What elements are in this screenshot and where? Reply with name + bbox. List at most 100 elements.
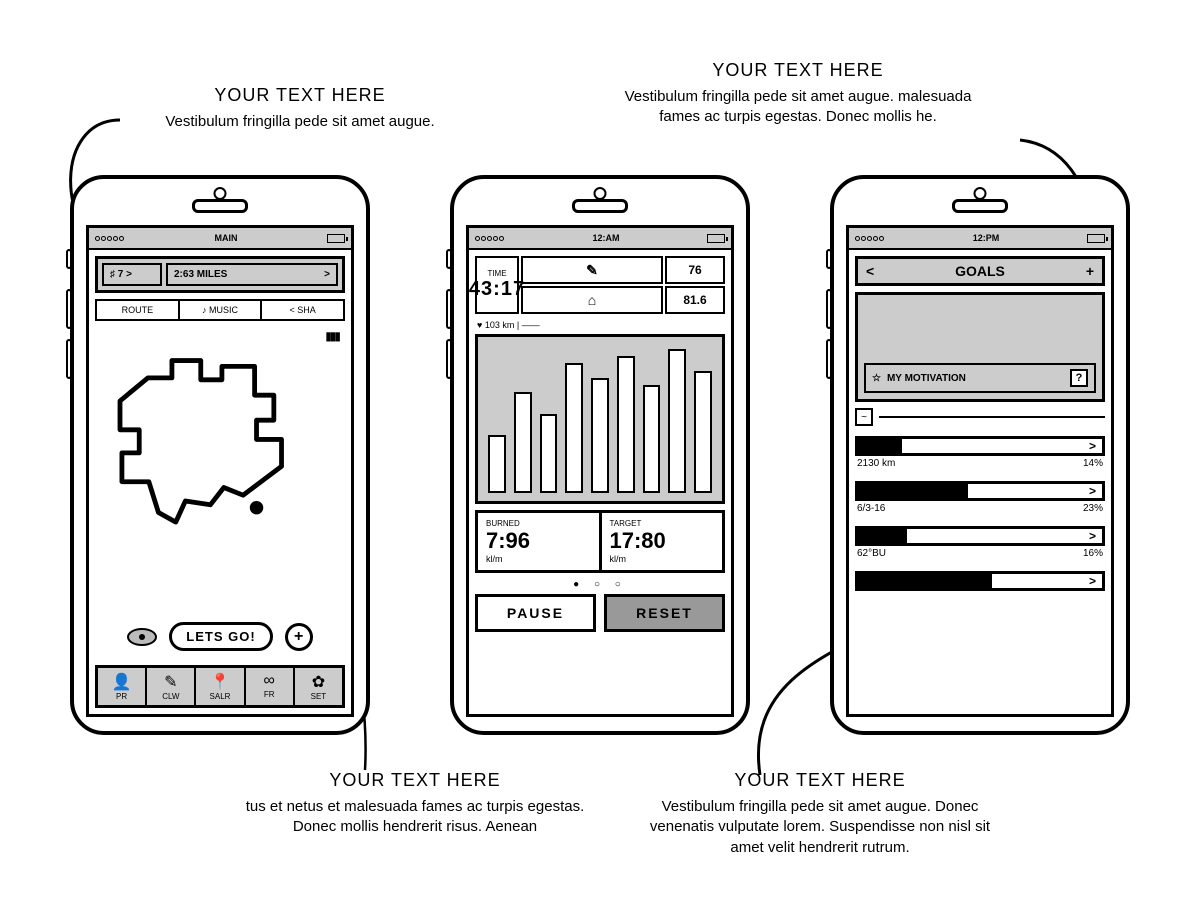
- status-bar: 12:PM: [849, 228, 1111, 250]
- timer-value: 43:17: [469, 278, 525, 301]
- add-goal-button[interactable]: +: [1086, 263, 1094, 279]
- chevron-right-icon: >: [1089, 484, 1096, 498]
- distance-tile[interactable]: 2:63 MILES>: [166, 263, 338, 286]
- timer-tile: TIME 43:17: [475, 256, 519, 314]
- goal-item[interactable]: >: [855, 571, 1105, 593]
- distance-value: 2:63 MILES: [174, 269, 227, 280]
- phone-mockup-2: 12:AM ✎ TIME 43:17 76 ⌂ 81.6 ♥ 103 km | …: [450, 175, 750, 735]
- signal-dots-icon: [855, 233, 885, 243]
- chart-bar: [565, 363, 583, 493]
- trend-icon: ~: [855, 408, 873, 426]
- goal-meta-left: 6/3-16: [857, 503, 885, 514]
- goal-item[interactable]: >62°BU 16%: [855, 526, 1105, 559]
- annotation-top-right: YOUR TEXT HERE Vestibulum fringilla pede…: [618, 60, 978, 128]
- mini-stats-row: ♥ 103 km | ——: [477, 320, 723, 330]
- annotation-title: YOUR TEXT HERE: [618, 60, 978, 81]
- goals-hero: ☆ MY MOTIVATION ?: [855, 292, 1105, 402]
- start-run-button[interactable]: LETS GO!: [169, 622, 272, 651]
- goal-meta: 62°BU 16%: [855, 548, 1105, 559]
- tab-route[interactable]: ROUTE: [95, 299, 178, 321]
- goal-progress-bar: >: [855, 481, 1105, 501]
- tabbar-item-map[interactable]: 📍SALR: [196, 668, 245, 705]
- route-map[interactable]: ▮▮▮ LETS GO! +: [95, 325, 345, 659]
- tabbar-item-friends[interactable]: ∞FR: [246, 668, 295, 705]
- annotation-bottom-right: YOUR TEXT HERE Vestibulum fringilla pede…: [640, 770, 1000, 858]
- annotation-title: YOUR TEXT HERE: [640, 770, 1000, 791]
- tab-share[interactable]: < SHA: [260, 299, 345, 321]
- pencil-icon: ✎: [586, 262, 598, 279]
- goal-item[interactable]: >2130 km14%: [855, 436, 1105, 469]
- stat-weight-tile: 81.6: [665, 286, 725, 314]
- home-icon: ⌂: [588, 292, 596, 308]
- status-bar: MAIN: [89, 228, 351, 250]
- tabbar-item-settings[interactable]: ✿SET: [295, 668, 342, 705]
- screen-run-start: MAIN ♯ 7 > 2:63 MILES> ROUTE ♪ MUSIC < S…: [86, 225, 354, 717]
- tabbar-item-log[interactable]: ✎CLW: [147, 668, 196, 705]
- pause-button[interactable]: PAUSE: [475, 594, 596, 632]
- status-bar: 12:AM: [469, 228, 731, 250]
- page-indicator: ● ○ ○: [469, 579, 731, 590]
- chevron-right-icon: >: [1089, 439, 1096, 453]
- motivation-banner[interactable]: ☆ MY MOTIVATION ?: [864, 363, 1096, 393]
- chart-bar: [488, 435, 506, 493]
- chart-bar: [540, 414, 558, 493]
- goal-progress-fill: [858, 529, 907, 543]
- level-tile[interactable]: ♯ 7 >: [102, 263, 162, 286]
- chart-bar: [668, 349, 686, 493]
- split-stats-row: BURNED 7:96 kl/m TARGET 17:80 kl/m: [475, 510, 725, 573]
- back-button[interactable]: <: [866, 263, 874, 279]
- infinity-icon: ∞: [246, 672, 293, 690]
- nav-title: GOALS: [955, 263, 1005, 279]
- goals-list-header: ~: [855, 408, 1105, 426]
- timer-label: TIME: [487, 269, 506, 278]
- phone-mockup-3: 12:PM < GOALS + ☆ MY MOTIVATION ? ~ >213…: [830, 175, 1130, 735]
- goal-meta-right: 23%: [1083, 503, 1103, 514]
- goal-progress-fill: [858, 484, 968, 498]
- mode-tabs: ROUTE ♪ MUSIC < SHA: [95, 299, 345, 321]
- goal-item[interactable]: >6/3-16 23%: [855, 481, 1105, 514]
- goal-progress-bar: >: [855, 436, 1105, 456]
- goal-meta-right: 16%: [1083, 548, 1103, 559]
- reset-button[interactable]: RESET: [604, 594, 725, 632]
- status-label: MAIN: [215, 233, 238, 243]
- add-button[interactable]: +: [285, 623, 313, 651]
- chevron-right-icon: >: [1089, 574, 1096, 588]
- goal-meta: 6/3-16 23%: [855, 503, 1105, 514]
- chart-bar: [617, 356, 635, 493]
- goal-progress-fill: [858, 439, 902, 453]
- star-icon: ☆: [872, 373, 881, 384]
- user-icon: 👤: [98, 672, 145, 692]
- annotation-body: Vestibulum fringilla pede sit amet augue…: [130, 112, 470, 132]
- screen-activity-stats: 12:AM ✎ TIME 43:17 76 ⌂ 81.6 ♥ 103 km | …: [466, 225, 734, 717]
- split-burned: BURNED 7:96 kl/m: [475, 510, 599, 573]
- battery-icon: [1087, 234, 1105, 243]
- goals-list: ~ >2130 km14%>6/3-1623%>62°BU16%>: [855, 408, 1105, 605]
- goal-meta-right: 14%: [1083, 458, 1103, 469]
- gear-icon: ✿: [295, 672, 342, 692]
- home-button[interactable]: ⌂: [521, 286, 663, 314]
- battery-icon: [327, 234, 345, 243]
- signal-dots-icon: [95, 233, 125, 243]
- annotation-title: YOUR TEXT HERE: [235, 770, 595, 791]
- goal-progress-fill: [858, 574, 992, 588]
- locate-button[interactable]: [127, 628, 157, 646]
- tabbar-item-profile[interactable]: 👤PR: [98, 668, 147, 705]
- goal-progress-bar: >: [855, 526, 1105, 546]
- run-info-bar: ♯ 7 > 2:63 MILES>: [95, 256, 345, 293]
- chart-bar: [643, 385, 661, 493]
- status-time: 12:AM: [592, 233, 619, 243]
- chart-bar: [694, 371, 712, 493]
- annotation-top-left: YOUR TEXT HERE Vestibulum fringilla pede…: [130, 85, 470, 132]
- pin-icon: 📍: [196, 672, 243, 692]
- tab-music[interactable]: ♪ MUSIC: [178, 299, 261, 321]
- control-buttons: PAUSE RESET: [475, 594, 725, 632]
- help-button[interactable]: ?: [1070, 369, 1088, 387]
- goal-meta-left: 62°BU: [857, 548, 886, 559]
- motivation-label: MY MOTIVATION: [887, 373, 966, 384]
- activity-bar-chart: [475, 334, 725, 504]
- edit-button[interactable]: ✎: [521, 256, 663, 284]
- status-time: 12:PM: [973, 233, 1000, 243]
- screen-goals: 12:PM < GOALS + ☆ MY MOTIVATION ? ~ >213…: [846, 225, 1114, 717]
- pencil-icon: ✎: [147, 672, 194, 692]
- stat-hr-tile: 76: [665, 256, 725, 284]
